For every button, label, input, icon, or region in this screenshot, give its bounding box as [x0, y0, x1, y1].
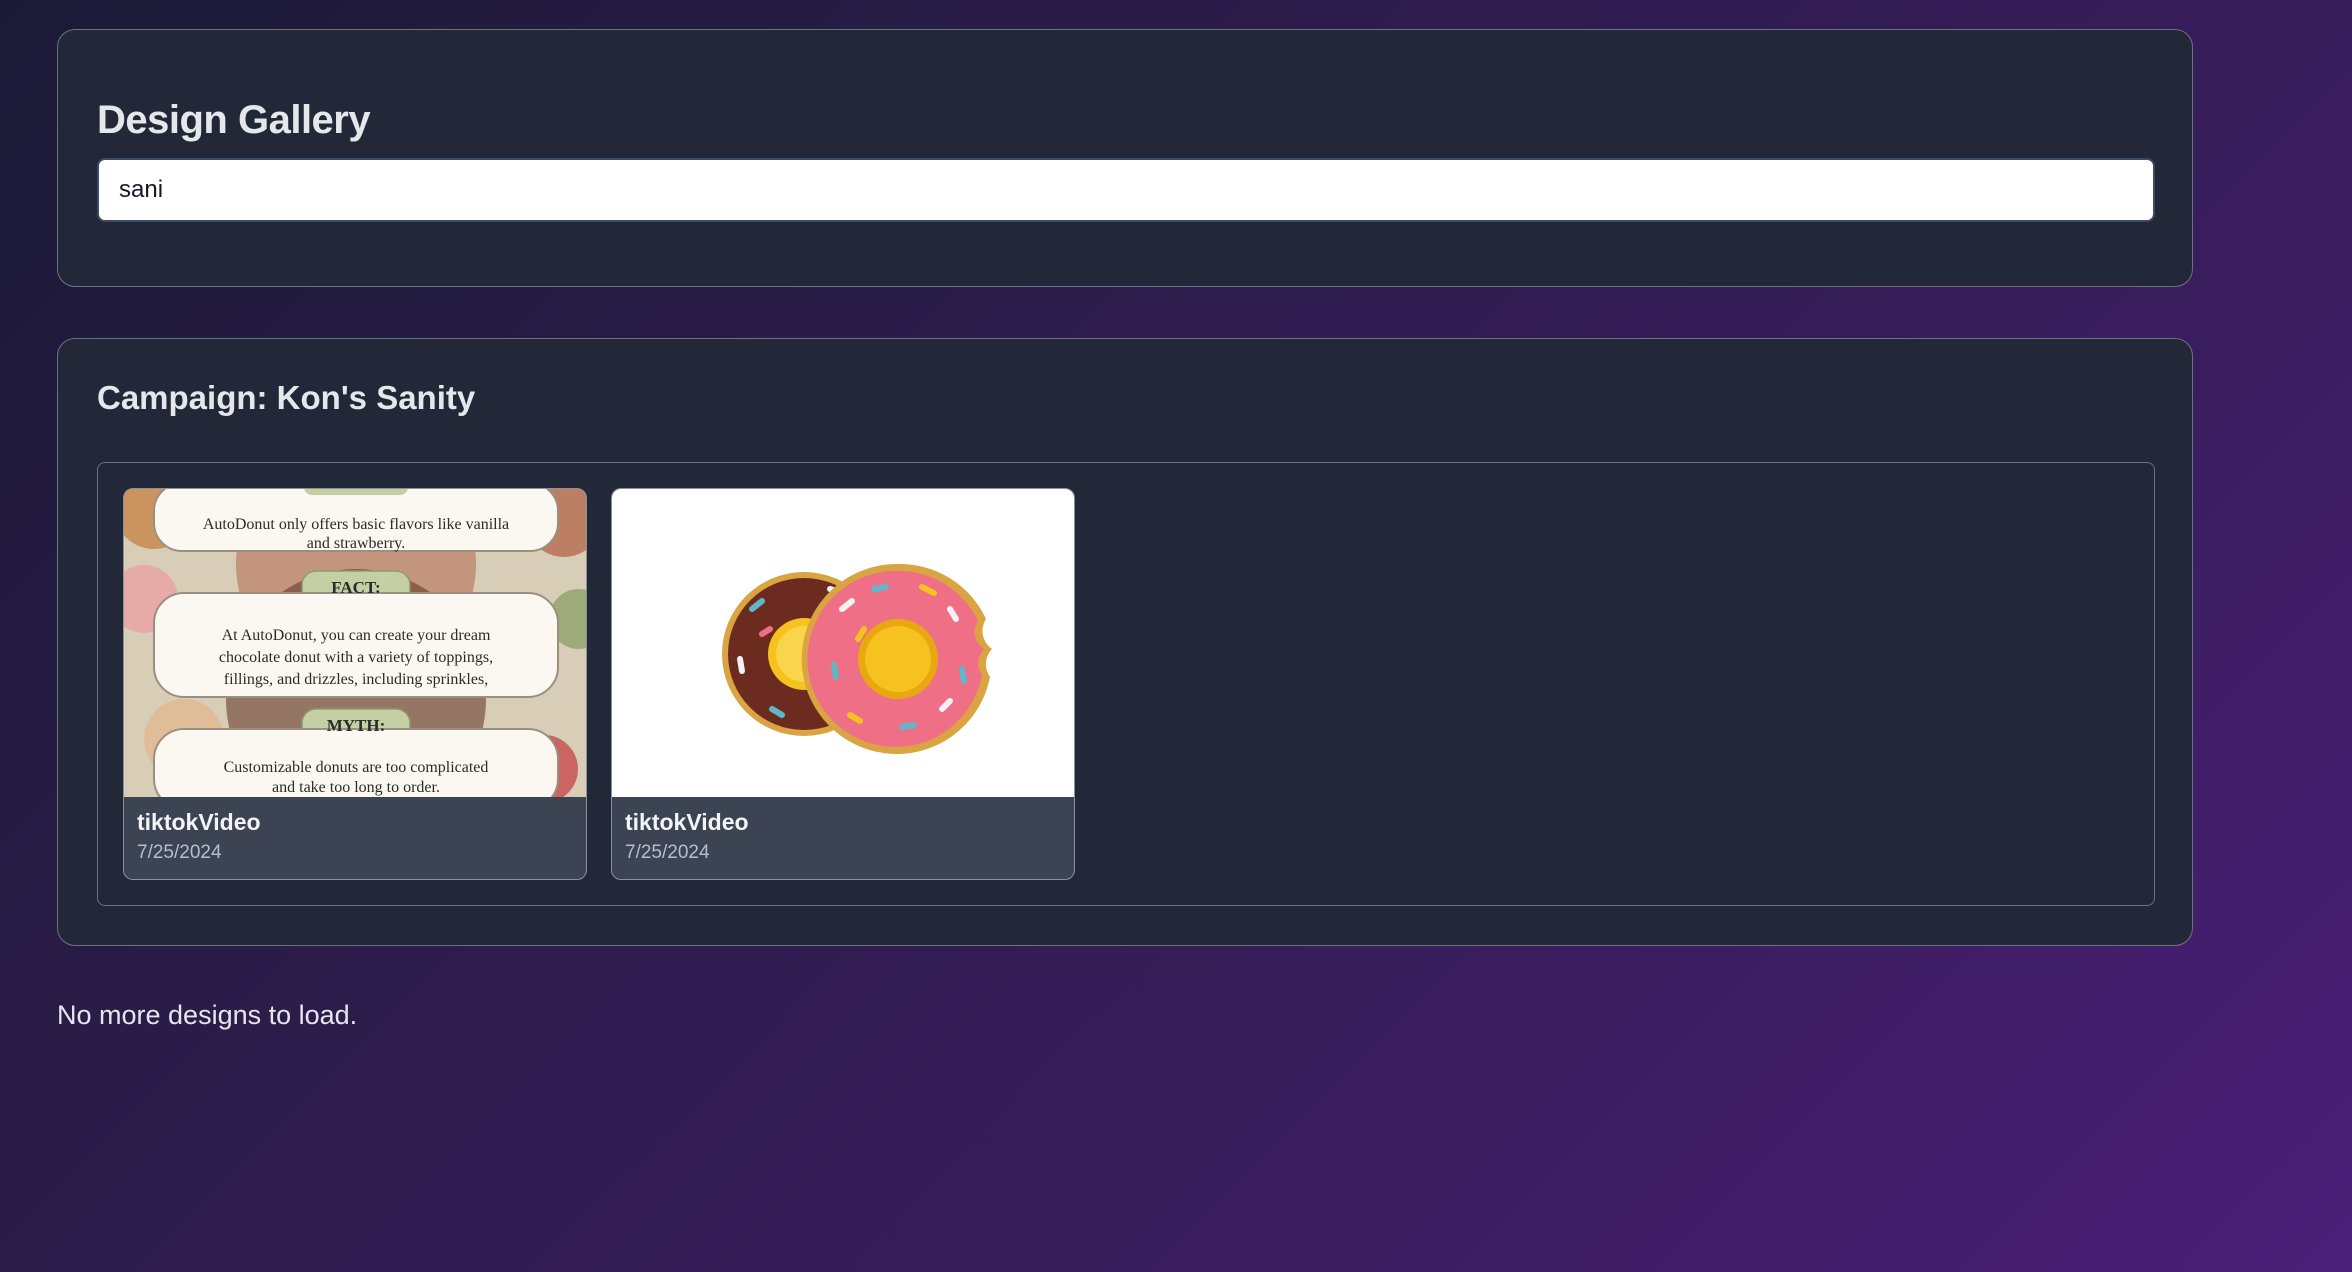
design-date: 7/25/2024	[625, 842, 710, 863]
svg-text:FACT:: FACT:	[331, 578, 380, 597]
svg-text:At AutoDonut, you can create y: At AutoDonut, you can create your dream	[222, 627, 491, 644]
search-input[interactable]	[97, 158, 2155, 222]
donut-floats-image	[722, 563, 992, 754]
design-title: tiktokVideo	[625, 809, 749, 835]
svg-text:and take too long to order.: and take too long to order.	[272, 779, 440, 796]
design-title: tiktokVideo	[137, 809, 261, 835]
search-panel: Design Gallery	[57, 29, 2193, 287]
design-grid: AutoDonut only offers basic flavors like…	[97, 462, 2155, 906]
svg-text:Customizable donuts are too co: Customizable donuts are too complicated	[224, 759, 489, 776]
design-thumbnail: AutoDonut only offers basic flavors like…	[124, 489, 586, 797]
svg-text:MYTH:: MYTH:	[327, 716, 386, 735]
campaign-title: Campaign: Kon's Sanity	[97, 379, 476, 416]
svg-text:chocolate donut with a variety: chocolate donut with a variety of toppin…	[219, 649, 493, 666]
design-card-info: tiktokVideo 7/25/2024	[137, 809, 261, 864]
design-card[interactable]: tiktokVideo 7/25/2024	[611, 488, 1075, 880]
design-thumbnail	[612, 489, 1074, 797]
page-title: Design Gallery	[97, 98, 371, 142]
load-status-message: No more designs to load.	[57, 1000, 358, 1030]
svg-text:AutoDonut only offers basic fl: AutoDonut only offers basic flavors like…	[203, 516, 509, 533]
design-card-info: tiktokVideo 7/25/2024	[625, 809, 749, 864]
svg-text:fillings, and drizzles, includ: fillings, and drizzles, including sprink…	[224, 671, 488, 688]
myth-fact-infographic-image: AutoDonut only offers basic flavors like…	[124, 489, 586, 797]
campaign-panel: Campaign: Kon's Sanity AutoDonut only of…	[57, 338, 2193, 946]
design-card[interactable]: AutoDonut only offers basic flavors like…	[123, 488, 587, 880]
svg-text:and strawberry.: and strawberry.	[307, 535, 405, 552]
design-date: 7/25/2024	[137, 842, 222, 863]
